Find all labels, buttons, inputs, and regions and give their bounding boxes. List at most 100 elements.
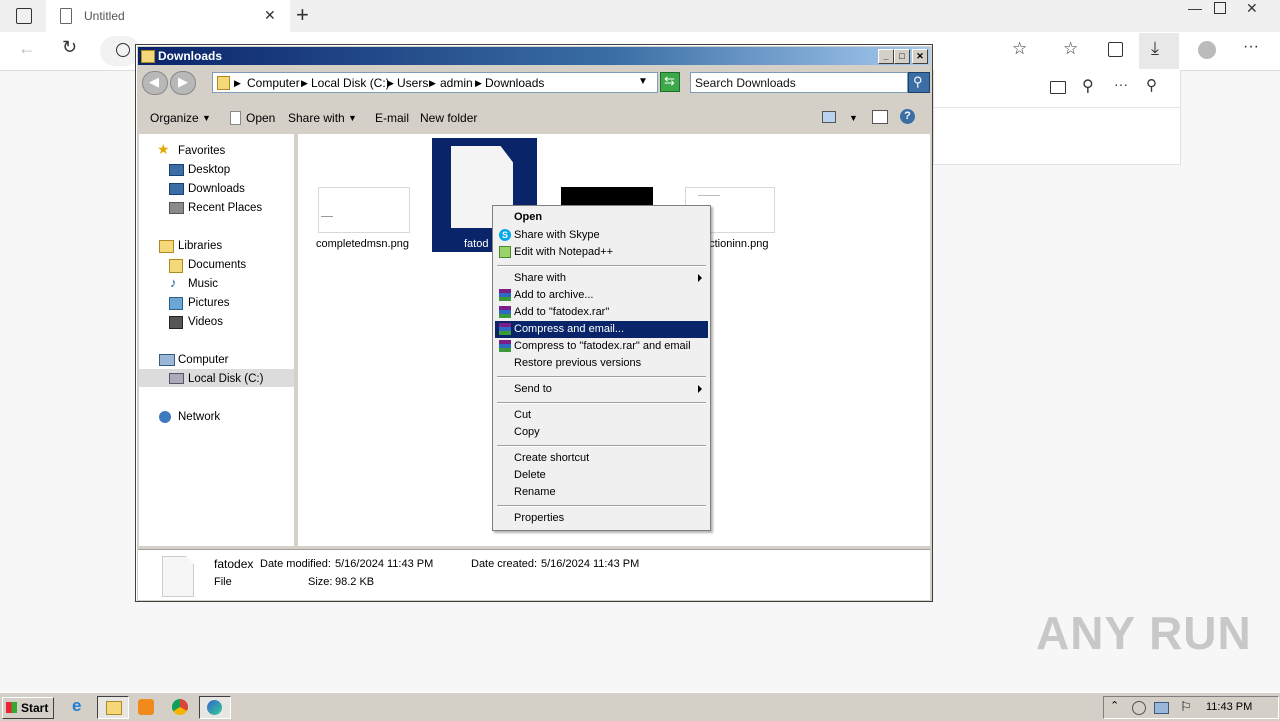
- address-dropdown-icon[interactable]: ▼: [638, 76, 648, 87]
- breadcrumb-computer[interactable]: Computer: [247, 76, 300, 90]
- refresh-icon[interactable]: ↻: [62, 37, 77, 58]
- menu-edit-notepad[interactable]: Edit with Notepad++: [495, 244, 708, 261]
- menu-cut[interactable]: Cut: [495, 407, 708, 424]
- search-button[interactable]: ⚲: [908, 72, 930, 93]
- breadcrumb-users[interactable]: Users: [397, 76, 428, 90]
- more-menu-icon[interactable]: ···: [1243, 38, 1259, 56]
- organize-button[interactable]: Organize: [150, 111, 199, 125]
- address-bar[interactable]: ▶ Computer ▶ Local Disk (C:) ▶ Users ▶ a…: [212, 72, 658, 93]
- nav-libraries[interactable]: Libraries: [178, 240, 222, 252]
- back-arrow-icon: ◀: [149, 74, 159, 89]
- share-with-button[interactable]: Share with: [288, 111, 345, 125]
- breadcrumb-downloads[interactable]: Downloads: [485, 76, 544, 90]
- network-tray-icon[interactable]: [1154, 702, 1169, 714]
- menu-rename[interactable]: Rename: [495, 484, 708, 501]
- refresh-button[interactable]: ⇆: [660, 72, 680, 92]
- search-input[interactable]: Search Downloads: [690, 72, 908, 93]
- nav-computer[interactable]: Computer: [178, 354, 229, 366]
- nav-network[interactable]: Network: [178, 411, 220, 423]
- taskbar-explorer-button[interactable]: [97, 696, 129, 719]
- nav-documents[interactable]: Documents: [188, 259, 246, 271]
- start-button[interactable]: Start: [2, 697, 54, 719]
- folder-path-icon: [217, 76, 230, 90]
- info-icon[interactable]: [116, 43, 130, 57]
- view-icon[interactable]: [822, 111, 836, 123]
- nav-videos[interactable]: Videos: [188, 316, 223, 328]
- menu-compress-rar-email[interactable]: Compress to "fatodex.rar" and email: [495, 338, 708, 355]
- nav-local-disk-row[interactable]: Local Disk (C:): [139, 369, 294, 387]
- restore-browser-icon[interactable]: [1214, 2, 1226, 14]
- menu-delete[interactable]: Delete: [495, 467, 708, 484]
- winrar-icon: [499, 289, 511, 301]
- forward-button[interactable]: ▶: [170, 71, 196, 95]
- new-folder-button[interactable]: New folder: [420, 111, 477, 125]
- menu-separator: [497, 376, 706, 378]
- maximize-button[interactable]: □: [894, 49, 910, 64]
- favorites-icon[interactable]: ☆: [1063, 39, 1078, 59]
- clock[interactable]: 11:43 PM: [1206, 701, 1252, 713]
- file-item[interactable]: completedmsn.png: [316, 187, 426, 257]
- nav-recent-places[interactable]: Recent Places: [188, 202, 262, 214]
- menu-separator: [497, 505, 706, 507]
- email-button[interactable]: E-mail: [375, 111, 409, 125]
- nav-music[interactable]: Music: [188, 278, 218, 290]
- breadcrumb-admin[interactable]: admin: [440, 76, 473, 90]
- chrome-icon[interactable]: [172, 699, 188, 715]
- address-bar[interactable]: [100, 36, 140, 66]
- ie-icon[interactable]: e: [72, 696, 90, 715]
- nav-desktop[interactable]: Desktop: [188, 164, 230, 176]
- close-button[interactable]: ✕: [912, 49, 928, 64]
- downloads-panel: ⚲ ··· ⚲: [933, 70, 1181, 165]
- menu-add-rar[interactable]: Add to "fatodex.rar": [495, 304, 708, 321]
- nav-favorites[interactable]: Favorites: [178, 145, 225, 157]
- minimize-button[interactable]: _: [878, 49, 894, 64]
- menu-compress-email[interactable]: Compress and email...: [495, 321, 708, 338]
- tray-icon[interactable]: [1132, 701, 1146, 715]
- menu-properties[interactable]: Properties: [495, 510, 708, 527]
- menu-send-to[interactable]: Send to: [495, 381, 708, 398]
- panel-divider: [934, 107, 1180, 108]
- skype-icon: S: [499, 229, 511, 241]
- details-pane: fatodex Date modified: 5/16/2024 11:43 P…: [138, 549, 930, 600]
- menu-open[interactable]: Open: [495, 209, 708, 226]
- open-button[interactable]: Open: [246, 111, 275, 125]
- pin-icon[interactable]: ⚲: [1146, 76, 1157, 94]
- flag-icon[interactable]: ⚐: [1180, 699, 1192, 715]
- view-dropdown-icon[interactable]: ▼: [849, 113, 858, 123]
- navigation-pane: ★ Favorites Desktop Downloads Recent Pla…: [139, 134, 297, 546]
- favorite-add-icon[interactable]: ☆: [1012, 39, 1027, 59]
- title-bar[interactable]: Downloads _ □ ✕: [138, 47, 930, 65]
- search-icon[interactable]: ⚲: [1082, 76, 1094, 96]
- tab-actions-icon[interactable]: [16, 8, 32, 24]
- browser-tab[interactable]: Untitled ✕: [46, 0, 290, 32]
- menu-share-with[interactable]: Share with: [495, 270, 708, 287]
- minimize-browser-icon[interactable]: —: [1188, 0, 1202, 16]
- downloads-button[interactable]: ⤓: [1139, 33, 1179, 69]
- new-tab-icon[interactable]: +: [296, 2, 309, 28]
- menu-create-shortcut[interactable]: Create shortcut: [495, 450, 708, 467]
- collections-icon[interactable]: [1108, 42, 1123, 57]
- media-player-icon[interactable]: [138, 699, 154, 715]
- folder-icon[interactable]: [1050, 81, 1066, 94]
- back-button[interactable]: ◀: [142, 71, 168, 95]
- menu-restore[interactable]: Restore previous versions: [495, 355, 708, 372]
- menu-add-archive[interactable]: Add to archive...: [495, 287, 708, 304]
- taskbar-edge-button[interactable]: [199, 696, 231, 719]
- nav-downloads[interactable]: Downloads: [188, 183, 245, 195]
- organize-dropdown-icon[interactable]: ▼: [202, 113, 211, 123]
- close-tab-icon[interactable]: ✕: [264, 7, 276, 24]
- help-icon[interactable]: ?: [900, 109, 915, 124]
- back-icon[interactable]: ←: [18, 38, 36, 59]
- details-type: File: [214, 576, 232, 588]
- nav-pictures[interactable]: Pictures: [188, 297, 230, 309]
- menu-share-skype[interactable]: S Share with Skype: [495, 227, 708, 244]
- profile-icon[interactable]: [1198, 41, 1216, 59]
- more-icon[interactable]: ···: [1114, 76, 1128, 92]
- menu-copy[interactable]: Copy: [495, 424, 708, 441]
- close-browser-icon[interactable]: ✕: [1246, 0, 1258, 17]
- breadcrumb-local-disk[interactable]: Local Disk (C:): [311, 76, 390, 90]
- preview-pane-icon[interactable]: [872, 110, 888, 124]
- tray-expand-icon[interactable]: ⌃: [1110, 699, 1119, 712]
- share-dropdown-icon[interactable]: ▼: [348, 113, 357, 123]
- menu-label: Compress to "fatodex.rar" and email: [514, 340, 691, 352]
